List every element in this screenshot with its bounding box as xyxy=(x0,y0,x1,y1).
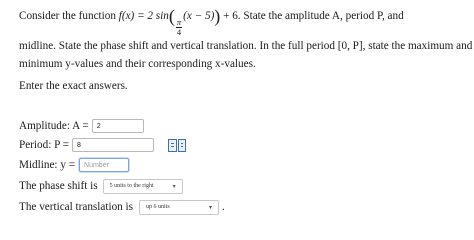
chevron-down-icon: ▾ xyxy=(172,183,176,190)
fraction: π4 xyxy=(175,18,183,37)
problem-line-1-tail: + 6. State the amplitude A, period P, an… xyxy=(223,10,404,22)
preview-icon[interactable] xyxy=(168,139,186,152)
chevron-down-icon: ▾ xyxy=(209,204,213,211)
problem-line-3: minimum y-values and their corresponding… xyxy=(19,58,256,70)
midline-label: Midline: y = xyxy=(19,159,76,171)
amplitude-label: Amplitude: A = xyxy=(19,120,89,132)
fraction-denominator: 4 xyxy=(176,27,182,37)
midline-input[interactable]: Number xyxy=(79,158,130,172)
problem-statement: Consider the function f(x) = 2 sin(π 4 (x … xyxy=(19,6,473,73)
period-row: Period: P = 8 xyxy=(19,137,155,153)
phase-shift-row: The phase shift is 5 units to the right … xyxy=(19,178,183,194)
function-inner: (x − 5) xyxy=(183,10,215,22)
phase-shift-label: The phase shift is xyxy=(19,180,98,192)
vertical-translation-row: The vertical translation is up 6 units ▾… xyxy=(19,199,225,215)
preview-icon-right xyxy=(177,139,186,152)
amplitude-row: Amplitude: A = 2 xyxy=(19,118,144,134)
vertical-translation-label: The vertical translation is xyxy=(19,201,134,213)
problem-intro: Consider the function xyxy=(19,10,116,22)
function-expression: f(x) = 2 sin xyxy=(118,10,169,22)
preview-icon-left xyxy=(168,139,177,152)
phase-shift-selected: 5 units to the right xyxy=(109,183,154,189)
vertical-translation-select[interactable]: up 6 units ▾ xyxy=(139,199,220,215)
period-input[interactable]: 8 xyxy=(72,138,155,152)
problem-line-1: Consider the function f(x) = 2 sin(π 4 (x … xyxy=(19,6,404,37)
period-label: Period: P = xyxy=(19,139,70,151)
amplitude-input[interactable]: 2 xyxy=(91,119,144,133)
vertical-translation-selected: up 6 units xyxy=(146,204,170,210)
problem-line-2: midline. State the phase shift and verti… xyxy=(19,40,473,52)
phase-shift-select[interactable]: 5 units to the right ▾ xyxy=(102,178,183,194)
instruction-text: Enter the exact answers. xyxy=(19,80,128,92)
midline-row: Midline: y = Number xyxy=(19,157,130,173)
sentence-period: . xyxy=(222,201,225,213)
